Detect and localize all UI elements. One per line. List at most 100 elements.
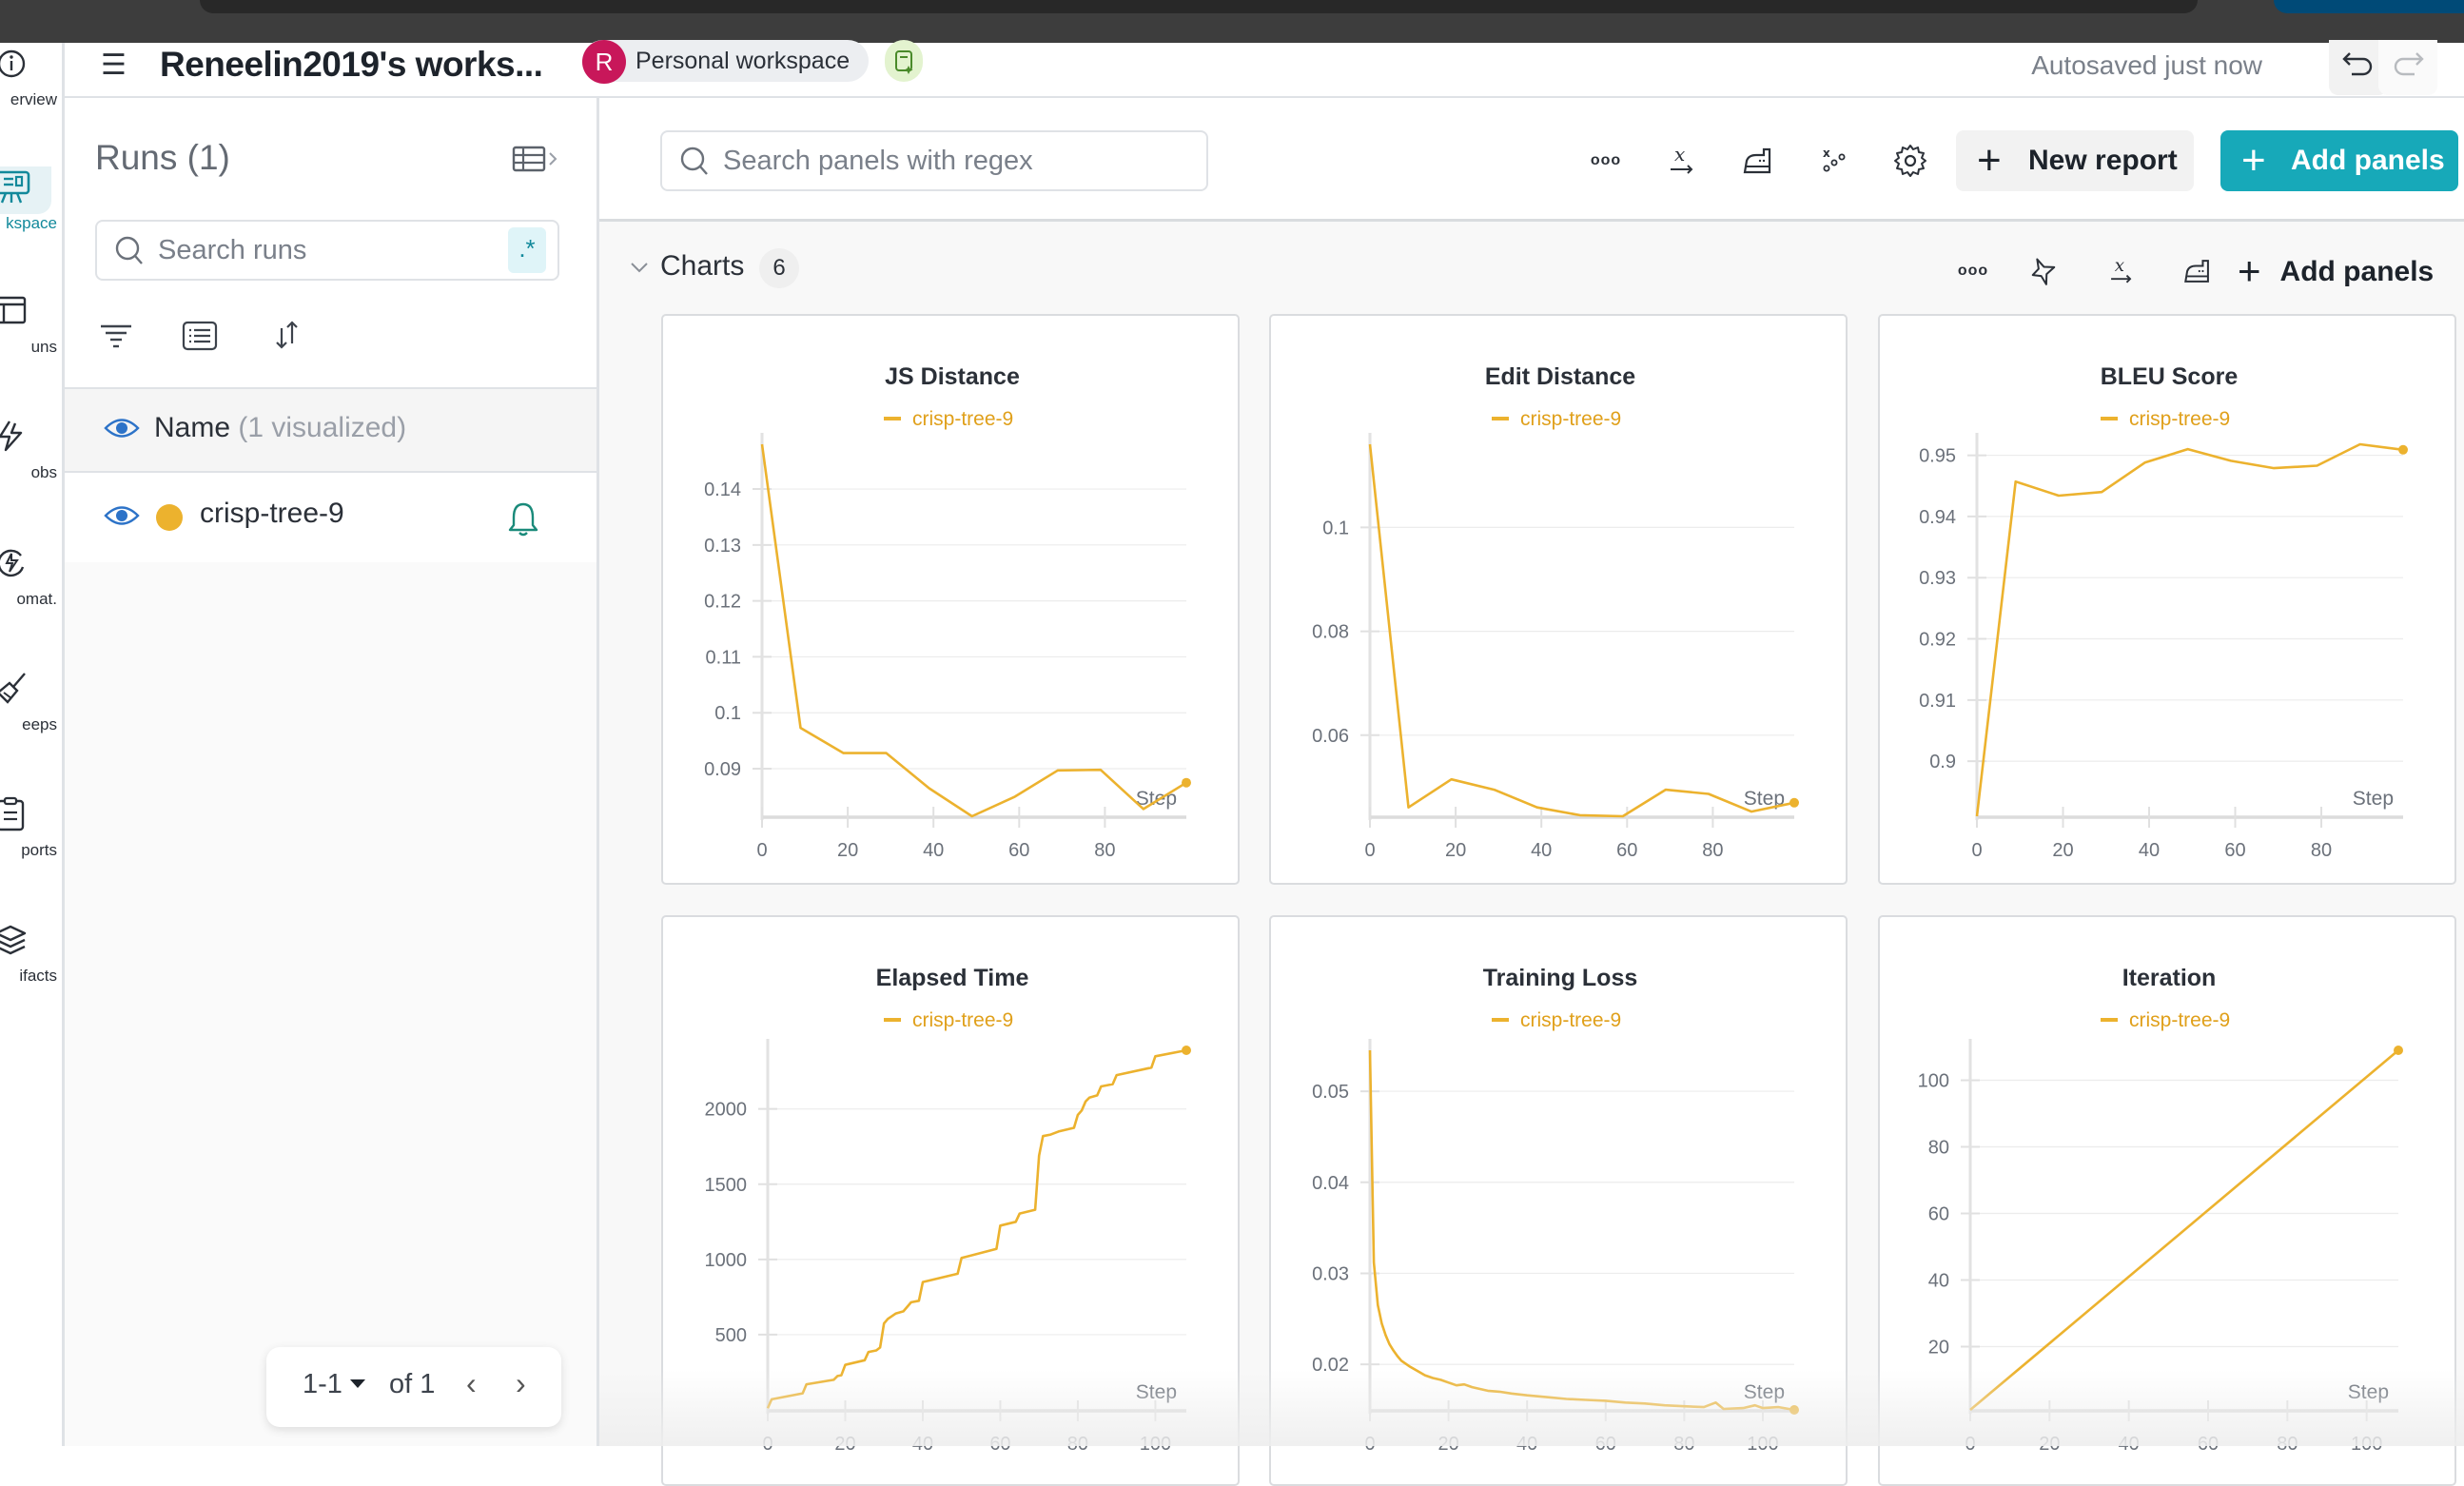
chart-panel[interactable]: BLEU Score crisp-tree-9 0.9 0.91 0.92 0.93 0.9… <box>1878 314 2456 885</box>
add-panels-button[interactable]: + Add panels <box>2220 130 2458 191</box>
line-chart: Edit Distance crisp-tree-9 0.06 0.08 0.1 0 20 4… <box>1312 363 1799 861</box>
hamburger-menu-icon[interactable]: ☰ <box>101 49 127 82</box>
last-point-marker <box>1182 1046 1191 1055</box>
browser-accent <box>2274 0 2464 13</box>
chart-panel[interactable]: Elapsed Time crisp-tree-9 500 1000 1500 2000 0… <box>661 915 1240 1486</box>
more-options-icon[interactable]: ooo <box>1585 140 1627 182</box>
series-line <box>1368 1049 1795 1412</box>
rail-label: kspace <box>6 214 57 232</box>
sort-button[interactable] <box>266 315 308 357</box>
x-axis-settings-button[interactable]: x <box>1661 140 1703 182</box>
redo-button[interactable] <box>2378 40 2437 95</box>
series-line <box>760 443 1187 818</box>
next-page-button[interactable]: › <box>516 1366 526 1401</box>
workspace-title[interactable]: Reneelin2019's works... <box>160 45 543 85</box>
section-magic-button[interactable] <box>2026 252 2064 290</box>
section-more-options-icon[interactable]: ooo <box>1954 252 1992 290</box>
x-tick-label: 20 <box>1445 840 1466 861</box>
svg-text:x: x <box>2115 256 2124 276</box>
rail-label: ports <box>21 841 57 859</box>
new-report-button[interactable]: + New report <box>1956 130 2194 191</box>
section-smoothing-button[interactable] <box>2179 252 2217 290</box>
y-tick-label: 0.06 <box>1312 726 1349 747</box>
rail-item-reports[interactable]: ports <box>0 793 61 898</box>
smoothing-button[interactable] <box>1737 140 1779 182</box>
y-tick-label: 0.91 <box>1919 691 1956 712</box>
expand-runs-table-button[interactable] <box>512 142 565 180</box>
runs-table-header: Name (1 visualized) <box>65 387 596 473</box>
rail-item-workspace[interactable]: kspace <box>0 166 61 271</box>
workspace-settings-badge[interactable] <box>885 40 923 82</box>
rail-item-artifacts[interactable]: ifacts <box>0 919 61 1024</box>
y-tick-label: 0.11 <box>706 647 741 668</box>
series-line <box>766 1048 1187 1409</box>
chart-panel[interactable]: JS Distance crisp-tree-9 0.09 0.1 0.11 0.12 0.… <box>661 314 1240 885</box>
search-runs-placeholder: Search runs <box>158 235 307 265</box>
run-row[interactable]: crisp-tree-9 <box>65 473 596 562</box>
plus-icon: + <box>1977 137 2002 184</box>
run-visibility-toggle[interactable] <box>103 501 141 535</box>
rail-item-sweeps[interactable]: eeps <box>0 668 61 772</box>
y-tick-label: 500 <box>715 1325 747 1346</box>
collapse-section-button[interactable] <box>628 258 651 282</box>
y-tick-label: 1000 <box>705 1250 748 1271</box>
x-tick-label: 20 <box>1437 1434 1458 1455</box>
rail-item-runs[interactable]: uns <box>0 290 61 395</box>
gear-icon <box>1894 145 1926 177</box>
filter-button[interactable] <box>95 315 137 357</box>
rail-item-automations[interactable]: omat. <box>0 542 61 647</box>
outliers-button[interactable]: x <box>1813 140 1855 182</box>
y-tick-label: 0.13 <box>704 536 741 557</box>
chart-panel[interactable]: Edit Distance crisp-tree-9 0.06 0.08 0.1 0 20 4… <box>1269 314 1848 885</box>
info-icon <box>0 49 26 78</box>
series-line <box>1975 442 2404 817</box>
section-x-axis-button[interactable]: x <box>2102 252 2141 290</box>
line-chart: BLEU Score crisp-tree-9 0.9 0.91 0.92 0.93 0.9… <box>1919 363 2408 861</box>
chart-panel[interactable]: Iteration crisp-tree-9 20 40 60 80 100 0 20 40 60 8… <box>1878 915 2456 1486</box>
legend-label: crisp-tree-9 <box>2129 1009 2230 1031</box>
page-size-select[interactable]: 1-1 <box>303 1369 342 1400</box>
name-column-header[interactable]: Name <box>154 412 230 443</box>
x-axis-label: Step <box>2348 1381 2389 1403</box>
y-tick-label: 0.95 <box>1919 446 1956 467</box>
search-runs-input[interactable]: Search runs .* <box>95 220 559 281</box>
chevron-down-icon <box>631 263 648 273</box>
section-add-panels-button[interactable]: + Add panels <box>2238 248 2434 294</box>
search-icon <box>680 147 708 175</box>
table-icon <box>512 146 557 172</box>
caret-down-icon[interactable] <box>350 1379 365 1388</box>
run-name-link[interactable]: crisp-tree-9 <box>200 498 344 530</box>
jobs-bolt-icon <box>0 420 23 452</box>
toggle-all-visibility[interactable] <box>103 414 141 447</box>
sweeps-broom-icon <box>0 673 26 704</box>
group-button[interactable] <box>179 315 221 357</box>
previous-page-button[interactable]: ‹ <box>466 1366 477 1401</box>
chart-panel[interactable]: Training Loss crisp-tree-9 0.02 0.03 0.04 0.0… <box>1269 915 1848 1486</box>
eye-icon <box>104 419 140 438</box>
x-tick-label: 40 <box>2119 1434 2140 1455</box>
panels-toolbar: Search panels with regex ooo x x + New re… <box>599 98 2464 222</box>
x-tick-label: 0 <box>1971 840 1982 861</box>
x-tick-label: 60 <box>1616 840 1637 861</box>
line-chart: JS Distance crisp-tree-9 0.09 0.1 0.11 0.12 0.… <box>704 363 1191 861</box>
automations-icon <box>0 549 25 577</box>
workspace-settings-button[interactable] <box>1889 140 1931 182</box>
rail-item-jobs[interactable]: obs <box>0 416 61 520</box>
svg-text:x: x <box>1674 143 1685 166</box>
series-line <box>1368 443 1795 818</box>
regex-toggle-button[interactable]: .* <box>508 227 546 273</box>
runs-title: Runs (1) <box>95 138 230 177</box>
browser-tab-bar <box>200 0 2198 13</box>
section-title[interactable]: Charts <box>660 250 744 283</box>
workspace-avatar: R <box>582 40 626 84</box>
run-color-swatch[interactable] <box>156 504 183 531</box>
line-chart: Elapsed Time crisp-tree-9 500 1000 1500 2000 0… <box>705 965 1191 1455</box>
x-tick-label: 0 <box>1965 1434 1975 1455</box>
run-alert-button[interactable] <box>504 499 542 542</box>
y-tick-label: 0.92 <box>1919 630 1956 651</box>
search-panels-input[interactable]: Search panels with regex <box>660 130 1208 191</box>
y-tick-label: 1500 <box>705 1175 748 1196</box>
rail-item-overview[interactable]: erview <box>0 43 61 147</box>
nav-rail: erview kspace uns obs omat. eeps ports i… <box>0 43 65 1446</box>
x-axis-label: Step <box>2353 788 2394 810</box>
